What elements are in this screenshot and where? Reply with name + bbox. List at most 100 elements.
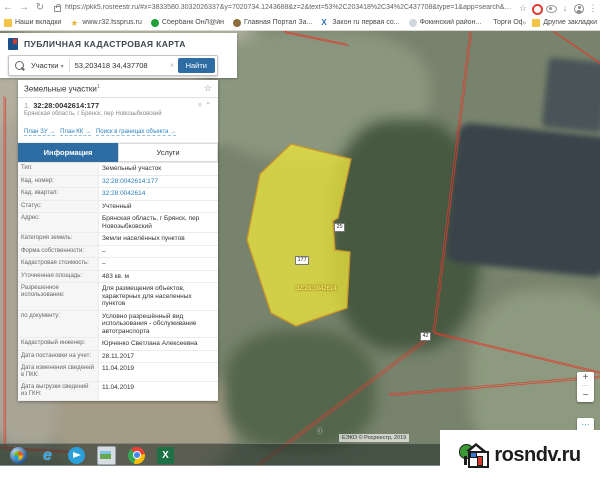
parcel-number-label: 177 [295, 256, 310, 265]
eagle-icon [233, 18, 242, 27]
clear-search-icon[interactable]: × [170, 61, 175, 70]
map-building-roof [445, 122, 600, 278]
info-row: Уточненная площадь: 483 кв. м [18, 270, 218, 283]
rosreestr-logo-icon [8, 37, 18, 50]
info-row: Категория земель: Земли населённых пункто… [18, 233, 218, 246]
other-bookmarks-folder-icon [532, 18, 541, 27]
item-index: 1. [24, 101, 31, 110]
screen: 177 25 42 9 32:28:0042614 ЕЭКО © Росреестр, … [0, 0, 600, 480]
item-links: План ЗУ → План КК → Поиск в границах объек… [24, 120, 212, 138]
bookmarks-list: Наши вкладки ★ www.r32.fssprus.ru Сбербанк … [4, 18, 522, 27]
item-address: Брянская область, г Брянск, пер Новозыбк… [24, 111, 162, 117]
profile-icon[interactable] [572, 2, 586, 14]
panel-tabs: Информация Услуги [18, 143, 218, 162]
info-row: Кад. квартал: 32:28:0042614 [18, 188, 218, 201]
info-row-value: Условно разрешённый вид использования - … [102, 312, 197, 335]
info-row-label: Дата постановки на учет: [18, 350, 99, 362]
bookmark-label: Сбербанк ОнЛ@йн [161, 19, 225, 26]
tab-information[interactable]: Информация [18, 143, 118, 162]
chevron-down-icon: ▾ [60, 64, 64, 70]
url-text[interactable]: https://pkk5.rosreestr.ru/#x=3833580.303… [65, 4, 512, 11]
parcel-number-label: 9 [318, 429, 322, 435]
bookmark-item[interactable]: Сбербанк ОнЛ@йн [150, 18, 225, 27]
bookmark-item[interactable]: Наши вкладки [4, 18, 62, 27]
info-row-value: 32:28:0042614 [102, 190, 146, 197]
internet-explorer-icon[interactable]: e [39, 447, 56, 464]
photos-app-icon[interactable] [97, 445, 116, 465]
xicon-icon: X [321, 18, 327, 27]
info-row: по документу: Условно разрешённый вид исп… [18, 310, 218, 338]
star-icon: ★ [70, 18, 79, 27]
bookmark-item[interactable]: Торги Официальн... [490, 19, 522, 26]
info-row: Дата постановки на учет: 28.11.2017 [18, 350, 218, 363]
extension-red-icon[interactable] [530, 1, 544, 15]
info-row: Дата выгрузки сведений из ГКН: 11.04.2019 [18, 382, 218, 401]
info-row-label: Форма собственности: [18, 245, 99, 257]
info-row-value: Земельный участок [102, 165, 162, 172]
info-row-value: Для размещения объектов, характерных для… [102, 285, 192, 307]
info-row-label: Разрешенное использование: [18, 283, 99, 310]
bookmark-label: Наши вкладки [15, 19, 62, 26]
tab-services[interactable]: Услуги [118, 143, 218, 162]
bookmark-item[interactable]: Главная Портал За... [233, 18, 312, 27]
reload-button[interactable]: ↻ [32, 1, 48, 15]
info-row-value: – [102, 247, 106, 255]
map-trees-area-2 [225, 330, 375, 450]
search-icon [15, 61, 24, 70]
info-row: Статус: Учтенный [18, 200, 218, 213]
info-row-value: 28.11.2017 [102, 352, 135, 360]
other-bookmarks-label[interactable]: Другие закладки [543, 19, 597, 26]
info-row-value: 11.04.2019 [102, 365, 135, 372]
download-arrow-icon[interactable]: ↓ [558, 1, 572, 15]
map-attribution: ЕЭКО © Росреестр, 2019 [339, 434, 410, 442]
search-input[interactable] [69, 61, 170, 70]
pkk-header-card: ПУБЛИЧНАЯ КАДАСТРОВАЯ КАРТА Участки ▾ × … [0, 33, 237, 78]
search-category-dropdown[interactable]: Участки ▾ [29, 59, 70, 72]
info-row-value: Юрченко Светлана Алексеевна [102, 340, 198, 347]
omnibox[interactable]: https://pkk5.rosreestr.ru/#x=3833580.303… [52, 2, 512, 14]
info-row-value: Брянская область, г Брянск, пер Новозыбк… [102, 215, 200, 230]
forward-button[interactable]: → [16, 1, 32, 15]
https-lock-icon [54, 3, 61, 12]
info-row: Кад. номер: 32:28:0042614:177 [18, 175, 218, 188]
start-button-icon[interactable] [10, 446, 27, 464]
info-row-label: Адрес: [18, 213, 99, 232]
telegram-icon[interactable] [68, 446, 85, 464]
info-row: Кадастровая стоимость: – [18, 258, 218, 271]
bookmark-star-icon[interactable]: ☆ [516, 1, 530, 15]
bookmark-label: Фокинский район... [419, 19, 482, 26]
parcel-result-item[interactable]: ≡ ⌃ 1. 32:28:0042614:177 Брянская область… [18, 98, 218, 143]
info-row-label: Уточненная площадь: [18, 270, 99, 282]
bookmark-label: Закон ru первая со... [332, 19, 400, 26]
info-row-label: Статус: [18, 200, 99, 212]
bookmark-item[interactable]: Фокинский район... [408, 18, 482, 27]
watermark-text: rosndv.ru [494, 443, 581, 466]
panel-title-row: Земельные участки1 ☆ [18, 80, 218, 98]
parcel-number-row: ≡ ⌃ 1. 32:28:0042614:177 [24, 101, 212, 110]
bookmark-item[interactable]: ★ www.r32.fssprus.ru [70, 19, 142, 27]
info-row-label: Кадастровый инженер: [18, 338, 99, 350]
info-row: Разрешенное использование: Для размещения… [18, 283, 218, 311]
search-submit-button[interactable]: Найти [177, 58, 215, 73]
info-row-label: по документу: [18, 310, 99, 337]
parcel-action-link[interactable]: Поиск в границах объекта → [95, 129, 177, 136]
back-button[interactable]: ← [0, 1, 16, 15]
pkk-header: ПУБЛИЧНАЯ КАДАСТРОВАЯ КАРТА [0, 33, 237, 54]
excel-icon[interactable]: X [157, 446, 174, 464]
info-row-value: Учтенный [102, 202, 132, 210]
browser-menu-icon[interactable]: ⋮ [586, 1, 600, 15]
chrome-icon[interactable] [128, 446, 145, 464]
extension-eye-icon[interactable] [544, 2, 558, 13]
parcel-action-link[interactable]: План КК → [60, 129, 91, 136]
rosndv-watermark: rosndv.ru [440, 430, 600, 480]
parcel-action-link[interactable]: План ЗУ → [24, 129, 56, 136]
info-row: Тип: Земельный участок [18, 163, 218, 176]
zoom-out-button[interactable]: − [577, 390, 594, 402]
item-collapse-icon[interactable]: ≡ ⌃ [198, 101, 212, 109]
bookmark-item[interactable]: X Закон ru первая со... [321, 19, 399, 27]
info-row-value: Земли населённых пунктов [102, 235, 185, 242]
map-zoom-control: + ⋯ − [577, 372, 594, 402]
parcel-info-panel: Земельные участки1 ☆ ≡ ⌃ 1. 32:28:0042614… [18, 80, 218, 401]
favorite-star-icon[interactable]: ☆ [204, 83, 212, 94]
bookmarks-overflow-icon[interactable]: » [522, 18, 526, 27]
